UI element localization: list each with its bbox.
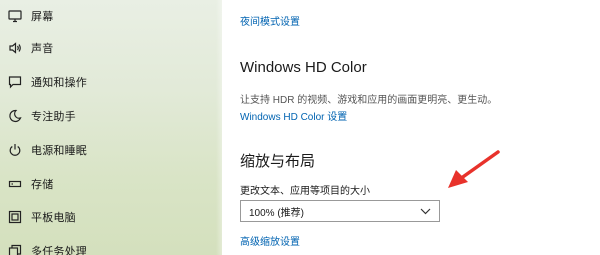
sidebar-item-focus-assist[interactable]: 专注助手 <box>0 101 222 131</box>
sidebar-item-storage[interactable]: 存储 <box>0 169 222 199</box>
sidebar-item-sound[interactable]: 声音 <box>0 33 222 63</box>
sidebar-item-label: 屏幕 <box>31 11 54 23</box>
display-settings-panel: 夜间模式设置 Windows HD Color 让支持 HDR 的视频、游戏和应… <box>222 0 600 255</box>
hdr-section-title: Windows HD Color <box>240 59 367 76</box>
moon-icon <box>7 108 23 124</box>
scale-layout-title: 缩放与布局 <box>240 153 316 170</box>
power-icon <box>7 142 23 158</box>
scale-dropdown-value: 100% (推荐) <box>249 207 305 219</box>
hd-color-settings-link[interactable]: Windows HD Color 设置 <box>240 108 347 123</box>
hdr-description: 让支持 HDR 的视频、游戏和应用的画面更明亮、更生动。 <box>240 95 498 106</box>
sidebar-item-label: 声音 <box>31 43 54 55</box>
tablet-icon <box>7 209 23 225</box>
sidebar-item-label: 存储 <box>31 179 54 191</box>
text-size-label: 更改文本、应用等项目的大小 <box>240 186 370 197</box>
sidebar-item-multitasking[interactable]: 多任务处理 <box>0 236 222 255</box>
annotation-arrow-icon <box>448 150 500 188</box>
sidebar-item-tablet[interactable]: 平板电脑 <box>0 202 222 232</box>
multitask-icon <box>7 243 23 255</box>
settings-sidebar: 屏幕 声音 通知和操作 专注助手 电源和睡眠 存储 平板电脑 多任务处理 <box>0 0 222 255</box>
sidebar-item-label: 平板电脑 <box>31 212 76 224</box>
sidebar-item-power-sleep[interactable]: 电源和睡眠 <box>0 135 222 165</box>
monitor-icon <box>7 8 23 24</box>
speaker-icon <box>7 40 23 56</box>
scale-dropdown[interactable]: 100% (推荐) <box>240 200 440 222</box>
notification-icon <box>7 74 23 90</box>
sidebar-item-label: 专注助手 <box>31 111 76 123</box>
sidebar-item-label: 通知和操作 <box>31 77 87 89</box>
sidebar-item-notifications[interactable]: 通知和操作 <box>0 67 222 97</box>
storage-icon <box>7 176 23 192</box>
advanced-scaling-link[interactable]: 高级缩放设置 <box>240 233 300 248</box>
sidebar-item-label: 电源和睡眠 <box>31 145 87 157</box>
chevron-down-icon <box>420 208 431 215</box>
sidebar-item-label: 多任务处理 <box>31 246 87 255</box>
sidebar-item-display[interactable]: 屏幕 <box>0 1 222 31</box>
night-light-settings-link[interactable]: 夜间模式设置 <box>240 13 300 28</box>
